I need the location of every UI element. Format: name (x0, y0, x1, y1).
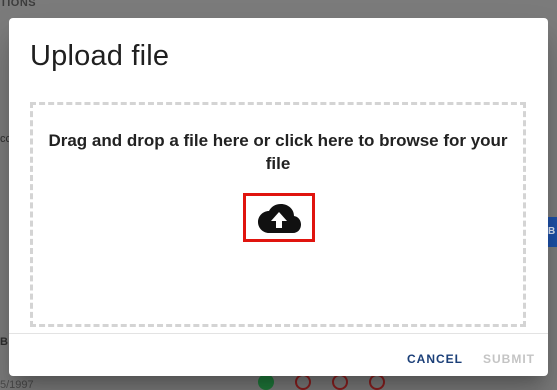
submit-button[interactable]: SUBMIT (483, 352, 535, 366)
background-action-button: B (548, 217, 557, 247)
cloud-upload-icon-graphic (258, 203, 301, 233)
background-date: 5/1997 (0, 379, 34, 390)
x-status-icon (369, 374, 385, 390)
cancel-button[interactable]: CANCEL (407, 352, 463, 366)
x-status-icon (295, 374, 311, 390)
x-status-icon (332, 374, 348, 390)
dialog-title: Upload file (30, 40, 170, 72)
cloud-upload-icon[interactable] (243, 193, 315, 242)
background-section-heading: TIONS (0, 0, 37, 9)
dropzone-instructions: Drag and drop a file here or click here … (48, 131, 508, 173)
page: TIONS cc B 5/1997 B Upload file Drag and… (0, 0, 557, 390)
background-text-fragment: B (0, 336, 8, 348)
background-status-icons (258, 374, 385, 390)
upload-file-dialog: Upload file Drag and drop a file here or… (9, 18, 548, 376)
dialog-actions: CANCEL SUBMIT (9, 333, 548, 376)
check-status-icon (258, 374, 274, 390)
file-dropzone[interactable]: Drag and drop a file here or click here … (30, 102, 526, 327)
